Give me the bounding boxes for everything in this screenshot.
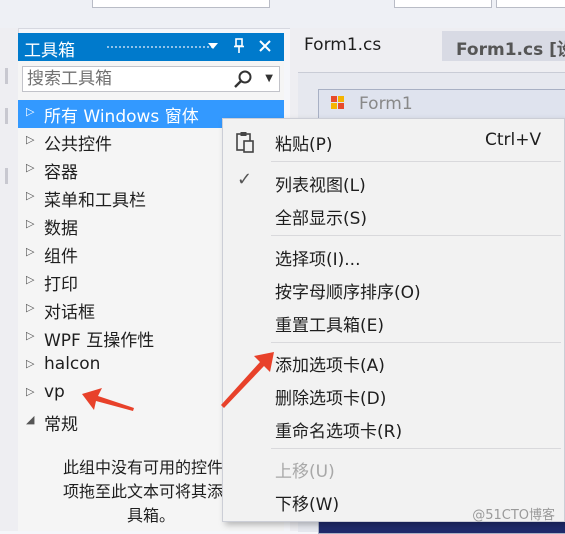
tab-form1-cs[interactable]: Form1.cs bbox=[290, 31, 440, 61]
expand-arrow-icon[interactable]: ▷ bbox=[26, 133, 34, 146]
toolbox-search-box: ▼ bbox=[22, 66, 280, 92]
search-input[interactable] bbox=[27, 68, 227, 90]
menu-item-move-up: 上移(U) bbox=[275, 462, 335, 482]
collapse-arrow-icon[interactable]: ◢ bbox=[26, 413, 34, 426]
menu-separator bbox=[271, 342, 561, 343]
menu-item-sort-alphabetically[interactable]: 按字母顺序排序(O) bbox=[223, 273, 564, 305]
expand-arrow-icon[interactable]: ▷ bbox=[26, 245, 34, 258]
expand-arrow-icon[interactable]: ▷ bbox=[26, 385, 34, 398]
toolbox-title: 工具箱 bbox=[24, 41, 75, 61]
form-icon bbox=[331, 96, 345, 110]
expand-arrow-icon[interactable]: ▷ bbox=[26, 161, 34, 174]
top-toolbar bbox=[0, 0, 565, 29]
shortcut-label: Ctrl+V bbox=[485, 130, 542, 150]
gutter-tab[interactable] bbox=[5, 68, 8, 84]
toolbar-control[interactable] bbox=[394, 0, 492, 8]
watermark: @51CTO博客 bbox=[472, 508, 555, 523]
expand-arrow-icon[interactable]: ▷ bbox=[26, 357, 34, 370]
expand-arrow-icon[interactable]: ▷ bbox=[26, 217, 34, 230]
close-icon[interactable] bbox=[256, 35, 274, 59]
drag-grip[interactable] bbox=[106, 45, 214, 50]
menu-separator bbox=[271, 161, 561, 162]
search-options-chevron-icon[interactable]: ▼ bbox=[265, 73, 273, 84]
expand-arrow-icon[interactable]: ▷ bbox=[26, 329, 34, 342]
expand-arrow-icon[interactable]: ▷ bbox=[26, 189, 34, 202]
expand-arrow-icon[interactable]: ▷ bbox=[26, 273, 34, 286]
toolbar-control[interactable] bbox=[496, 0, 565, 8]
red-annotation-arrow-icon bbox=[221, 352, 274, 408]
red-annotation-arrow-icon bbox=[82, 388, 134, 411]
pin-icon[interactable] bbox=[230, 35, 248, 60]
expand-arrow-icon[interactable]: ▷ bbox=[26, 301, 34, 314]
toolbar-control[interactable] bbox=[92, 0, 270, 8]
menu-separator bbox=[271, 448, 561, 449]
menu-item-reset-toolbox[interactable]: 重置工具箱(E) bbox=[223, 306, 564, 338]
form-title: Form1 bbox=[359, 94, 413, 114]
left-dock-gutter bbox=[0, 28, 19, 531]
menu-separator bbox=[271, 235, 561, 236]
search-icon[interactable] bbox=[233, 69, 253, 94]
chevron-down-icon[interactable] bbox=[204, 35, 222, 58]
expand-arrow-icon[interactable]: ▷ bbox=[26, 105, 34, 118]
toolbox-header: 工具箱 bbox=[18, 33, 284, 61]
gutter-tab[interactable] bbox=[5, 108, 8, 124]
checkmark-icon: ✓ bbox=[237, 169, 253, 190]
menu-item-rename-tab[interactable]: 重命名选项卡(R) bbox=[223, 412, 564, 444]
menu-item-show-all[interactable]: 全部显示(S) bbox=[223, 199, 564, 231]
paste-icon bbox=[235, 131, 255, 153]
menu-item-choose-items[interactable]: 选择项(I)... bbox=[223, 240, 564, 272]
menu-item-paste[interactable]: 粘贴(P) Ctrl+V bbox=[223, 125, 564, 157]
gutter-tab[interactable] bbox=[5, 168, 8, 184]
menu-item-list-view[interactable]: ✓ 列表视图(L) bbox=[223, 166, 564, 198]
toolbox-context-menu: 粘贴(P) Ctrl+V ✓ 列表视图(L) 全部显示(S) 选择项(I)...… bbox=[222, 118, 565, 522]
tab-form1-designer[interactable]: Form1.cs [设 bbox=[442, 31, 565, 61]
